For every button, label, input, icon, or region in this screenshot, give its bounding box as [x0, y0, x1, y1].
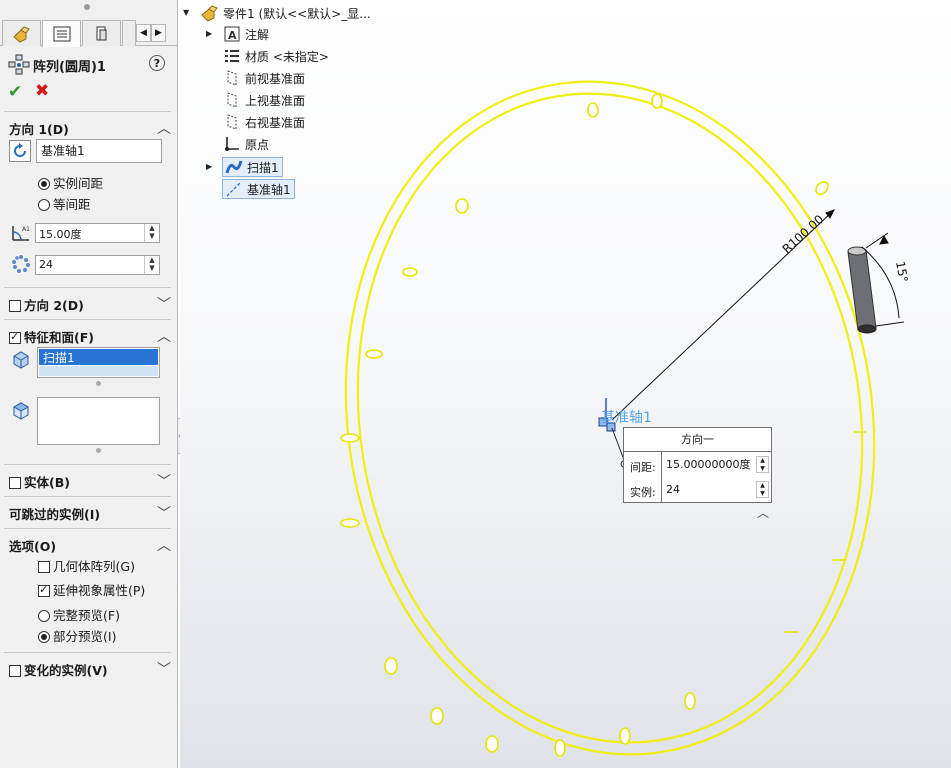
tree-item-label: 右视基准面: [245, 115, 306, 130]
tree-item-label: 前视基准面: [245, 71, 306, 86]
direction-popup: 方向一 间距: 15.00000000度 ▲ ▼ 实例: 24 ▲ ▼: [623, 427, 772, 503]
sweep-icon: [224, 158, 244, 176]
sweep-body[interactable]: [847, 246, 877, 334]
popup-spacing-label: 间距:: [630, 461, 656, 474]
origin-icon: [222, 135, 242, 153]
tree-root-label: 零件1 (默认<<默认>_显...: [223, 6, 371, 21]
popup-count-field[interactable]: 24 ▲ ▼: [664, 480, 770, 500]
tree-item-label: 注解: [245, 27, 270, 42]
tree-item-label: 扫描1: [247, 160, 279, 175]
tree-expand-icon[interactable]: ▶: [206, 162, 212, 171]
angle-dimension[interactable]: 15°: [893, 260, 910, 283]
axis-icon: [224, 180, 244, 198]
popup-title: 方向一: [624, 428, 771, 452]
tree-item-top-plane[interactable]: 上视基准面: [222, 91, 305, 109]
spin-arrows-icon[interactable]: ▲ ▼: [756, 481, 769, 498]
plane-icon: [222, 69, 242, 87]
plane-icon: [222, 113, 242, 131]
tree-item-axis[interactable]: 基准轴1: [222, 179, 295, 199]
plane-icon: [222, 91, 242, 109]
annotations-icon: A: [222, 25, 242, 43]
axis-label[interactable]: 基准轴1: [601, 407, 652, 427]
tree-item-label: 上视基准面: [245, 93, 306, 108]
tree-item-label: 原点: [245, 137, 270, 152]
popup-count-value: 24: [666, 483, 680, 496]
model-preview: R100.00 15°: [340, 80, 911, 757]
tree-item-annotations[interactable]: A 注解: [222, 25, 269, 43]
tree-item-label: 基准轴1: [247, 182, 291, 197]
tree-expand-icon[interactable]: ▶: [206, 29, 212, 38]
popup-spacing-field[interactable]: 15.00000000度 ▲ ▼: [664, 455, 770, 475]
spin-arrows-icon[interactable]: ▲ ▼: [756, 456, 769, 473]
tree-item-sweep[interactable]: 扫描1: [222, 157, 283, 177]
material-icon: [222, 47, 242, 65]
tree-item-origin[interactable]: 原点: [222, 135, 269, 153]
tree-item-axis-highlight: 基准轴1: [222, 179, 295, 199]
popup-spacing-value: 15.00000000度: [666, 458, 751, 471]
tree-item-right-plane[interactable]: 右视基准面: [222, 113, 305, 131]
tree-item-material[interactable]: 材质 <未指定>: [222, 47, 329, 65]
popup-count-label: 实例:: [630, 486, 656, 499]
tree-item-label: 材质 <未指定>: [245, 49, 329, 64]
tree-collapse-icon[interactable]: ▼: [183, 8, 189, 17]
popup-divider: [661, 452, 662, 503]
tree-item-front-plane[interactable]: 前视基准面: [222, 69, 305, 87]
chevron-up-icon[interactable]: ︿: [757, 504, 769, 521]
tree-item-sweep-highlight: 扫描1: [222, 157, 283, 177]
tree-root[interactable]: 零件1 (默认<<默认>_显...: [200, 4, 371, 22]
part-icon: [200, 4, 220, 22]
svg-text:A: A: [228, 29, 237, 42]
